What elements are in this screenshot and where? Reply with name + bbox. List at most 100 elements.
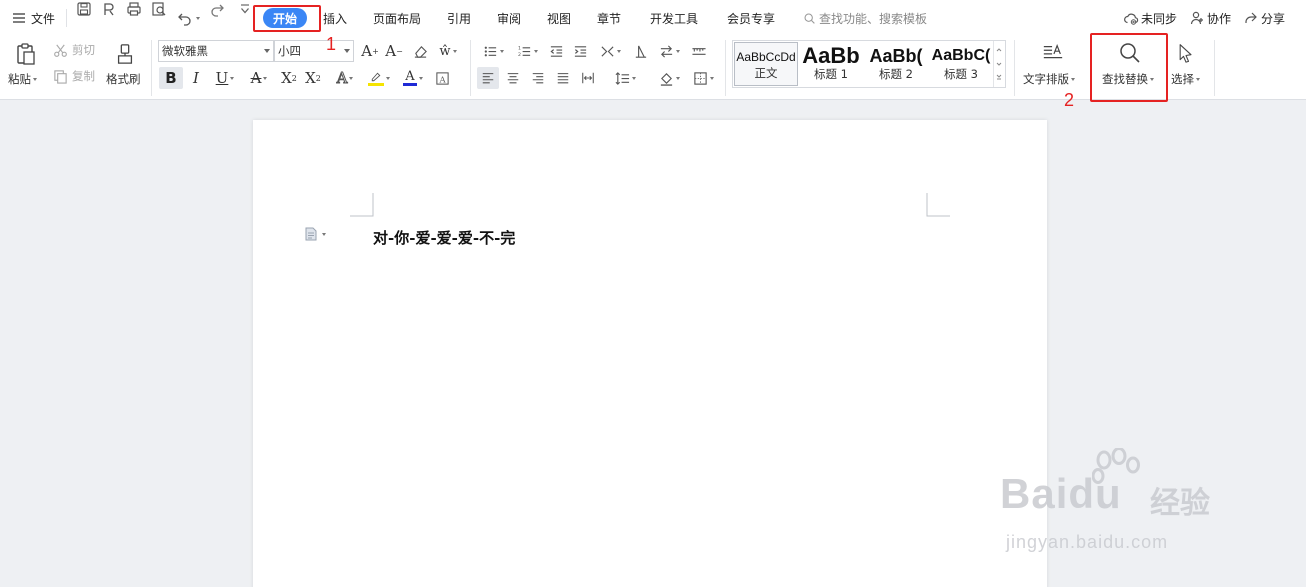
gallery-scroll[interactable] (993, 41, 1005, 87)
undo-button[interactable] (176, 0, 200, 36)
document-text[interactable]: 对-你-爱-爱-爱-不-完 (373, 227, 515, 248)
tab-developer-tools[interactable]: 开发工具 (650, 0, 698, 36)
select-button[interactable]: 选择 (1171, 71, 1200, 87)
find-replace-button[interactable]: 查找替换 (1102, 71, 1154, 87)
magnifier-icon[interactable] (1117, 40, 1143, 66)
strikethrough-button[interactable]: A (244, 67, 274, 89)
paint-bucket-icon (660, 72, 672, 86)
clear-format-icon[interactable] (410, 41, 430, 61)
copy-icon (52, 68, 68, 84)
increase-indent-icon[interactable] (570, 41, 590, 61)
style-heading-2[interactable]: AaBb( 标题 2 (864, 42, 928, 86)
line-spacing-button[interactable] (610, 67, 640, 89)
justify-icon[interactable] (552, 67, 574, 89)
grow-font-icon[interactable]: A + (360, 41, 380, 61)
text-layout-button[interactable]: 文字排版 (1023, 71, 1075, 87)
underline-button[interactable]: U (210, 67, 240, 89)
share-button[interactable]: 分享 (1242, 0, 1285, 36)
borders-button[interactable] (688, 67, 718, 89)
baidu-jingyan-watermark: Baidu 经验 jingyan.baidu.com (1000, 448, 1300, 558)
chevron-down-icon (386, 76, 390, 80)
font-color-button[interactable]: A (398, 67, 428, 89)
search-placeholder: 查找功能、搜索模板 (819, 11, 928, 26)
watermark-brand: Baidu (1000, 470, 1122, 517)
align-right-icon[interactable] (527, 67, 549, 89)
command-search[interactable]: 查找功能、搜索模板 (802, 0, 927, 36)
copy-label: 复制 (72, 69, 95, 83)
format-painter-button[interactable]: 格式刷 (106, 71, 141, 87)
highlight-button[interactable] (364, 67, 394, 89)
tab-insert[interactable]: 插入 (323, 0, 347, 36)
group-divider (1014, 40, 1015, 96)
user-collab-icon (1188, 9, 1206, 27)
export-pdf-icon[interactable] (100, 0, 118, 18)
style-normal[interactable]: AaBbCcDd 正文 (734, 42, 798, 86)
distribute-icon[interactable] (577, 67, 599, 89)
cut-button[interactable]: 剪切 (52, 42, 95, 58)
superscript-icon[interactable]: X2 (278, 67, 300, 89)
font-size-combo[interactable]: 小四 (274, 40, 354, 62)
text-direction-icon[interactable] (630, 41, 650, 61)
print-icon[interactable] (125, 0, 143, 18)
wps-writer-window: 文件 开始 插入 页面布局 引用 审阅 视图 章节 开发工具 会员专享 查找功能… (0, 0, 1306, 587)
margin-corner-mark (926, 193, 950, 217)
tab-chapter[interactable]: 章节 (597, 0, 621, 36)
italic-icon[interactable]: I (186, 67, 206, 89)
subscript-icon[interactable]: X2 (302, 67, 324, 89)
char-border-icon[interactable]: A (432, 67, 452, 89)
show-marks-button[interactable] (654, 41, 684, 61)
text-layout-icon[interactable] (1040, 40, 1066, 66)
shading-button[interactable] (654, 67, 684, 89)
numbered-list-button[interactable]: 12 (512, 41, 542, 61)
file-menu-button[interactable]: 文件 (10, 0, 55, 36)
bold-icon[interactable]: B (159, 67, 183, 89)
align-left-icon[interactable] (477, 67, 499, 89)
collaborate-button[interactable]: 协作 (1188, 0, 1231, 36)
text-effect-button[interactable]: A (330, 67, 360, 89)
underline-icon: U (215, 69, 229, 87)
margin-corner-mark (350, 193, 374, 217)
chevron-down-icon (675, 76, 680, 80)
group-divider (725, 40, 726, 96)
format-painter-icon[interactable] (112, 40, 138, 68)
font-name-combo[interactable]: 微软雅黑 (158, 40, 274, 62)
redo-icon[interactable] (208, 0, 226, 18)
phonetic-guide-button[interactable]: ŵ (434, 41, 462, 61)
undo-icon (176, 9, 194, 27)
styles-gallery: AaBbCcDd 正文 AaBb 标题 1 AaBb( 标题 2 AaBbC( … (732, 40, 1006, 88)
home-ribbon: 粘贴 剪切 复制 格式刷 微软雅黑 小四 A + A − ŵ B I U A X… (0, 36, 1306, 100)
svg-text:A: A (438, 74, 446, 84)
print-preview-icon[interactable] (150, 0, 168, 18)
tab-references[interactable]: 引用 (447, 0, 471, 36)
paste-button[interactable]: 粘贴 (8, 71, 37, 87)
annotation-step-1: 1 (326, 34, 337, 54)
bullet-list-button[interactable] (478, 41, 508, 61)
tab-home[interactable]: 开始 (263, 8, 308, 28)
collab-label: 协作 (1207, 11, 1232, 26)
chevron-down-icon (419, 76, 423, 80)
customize-toolbar-icon[interactable] (236, 0, 254, 18)
clipboard-paste-icon[interactable] (12, 40, 40, 68)
cursor-arrow-icon[interactable] (1175, 40, 1197, 66)
numbered-list-icon: 12 (517, 45, 530, 58)
style-heading-1[interactable]: AaBb 标题 1 (799, 42, 863, 86)
tab-page-layout[interactable]: 页面布局 (373, 0, 421, 36)
tab-view[interactable]: 视图 (547, 0, 571, 36)
ruler-icon[interactable] (688, 41, 710, 61)
align-center-icon[interactable] (502, 67, 524, 89)
tab-review[interactable]: 审阅 (497, 0, 521, 36)
paragraph-handle[interactable] (305, 227, 326, 241)
tab-member-exclusive[interactable]: 会员专享 (727, 0, 775, 36)
sync-status-button[interactable]: 未同步 (1122, 0, 1177, 36)
chinese-layout-button[interactable] (596, 41, 624, 61)
save-icon[interactable] (75, 0, 93, 18)
style-heading-3[interactable]: AaBbC( 标题 3 (929, 42, 993, 86)
chevron-down-icon (344, 49, 350, 53)
shrink-font-icon[interactable]: A − (384, 41, 404, 61)
decrease-indent-icon[interactable] (546, 41, 566, 61)
find-replace-label: 查找替换 (1102, 72, 1148, 86)
search-icon (802, 9, 816, 27)
chevron-down-icon (675, 49, 680, 53)
document-page[interactable]: 对-你-爱-爱-爱-不-完 (253, 120, 1047, 587)
copy-button[interactable]: 复制 (52, 68, 95, 84)
